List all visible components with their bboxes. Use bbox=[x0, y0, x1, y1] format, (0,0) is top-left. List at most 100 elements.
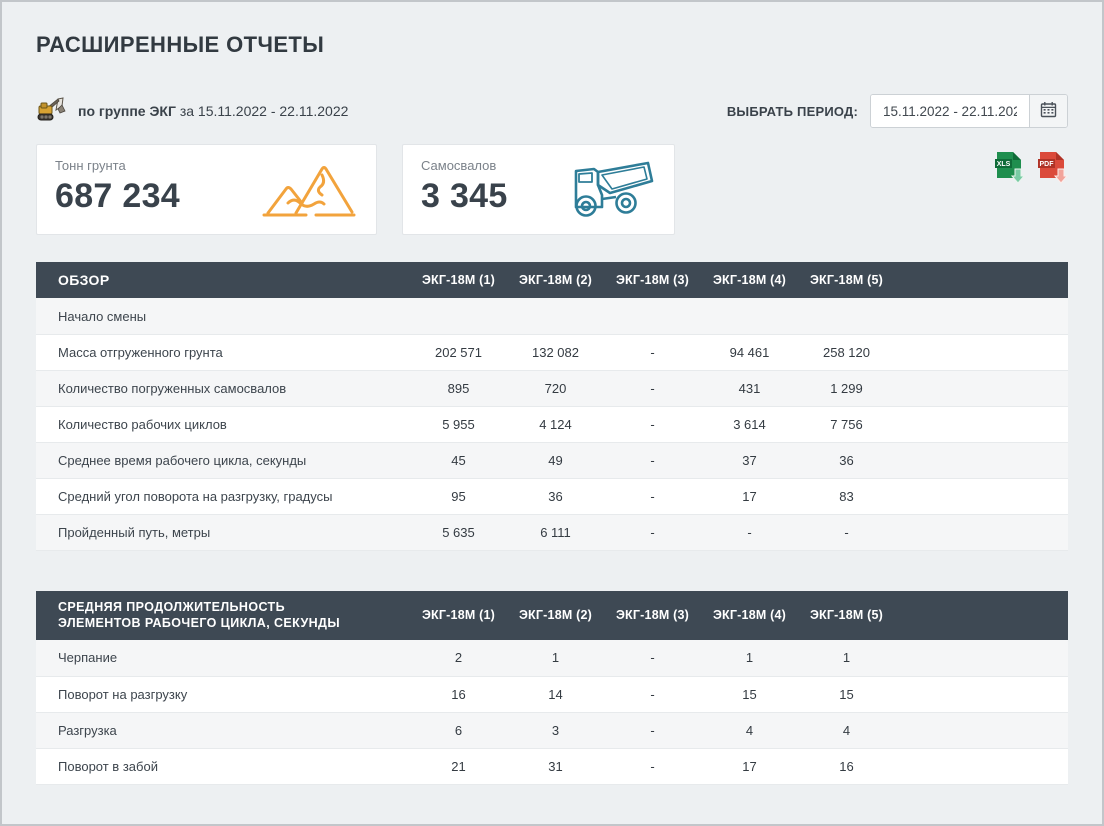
svg-text:XLS: XLS bbox=[997, 161, 1011, 168]
row-value: 431 bbox=[701, 381, 798, 396]
row-label: Черпание bbox=[36, 650, 410, 665]
row-value: - bbox=[604, 417, 701, 432]
table-row: Пройденный путь, метры5 6356 111--- bbox=[36, 514, 1068, 550]
row-value: 94 461 bbox=[701, 345, 798, 360]
row-value: 14 bbox=[507, 687, 604, 702]
row-value: 7 756 bbox=[798, 417, 895, 432]
table-title: СРЕДНЯЯ ПРОДОЛЖИТЕЛЬНОСТЬ ЭЛЕМЕНТОВ РАБО… bbox=[36, 591, 410, 640]
row-value: 4 124 bbox=[507, 417, 604, 432]
row-label: Поворот на разгрузку bbox=[36, 687, 410, 702]
report-scope: по группе ЭКГ за 15.11.2022 - 22.11.2022 bbox=[36, 97, 348, 126]
row-value: - bbox=[604, 687, 701, 702]
row-value: - bbox=[604, 489, 701, 504]
row-label: Начало смены bbox=[36, 309, 410, 324]
table-title: ОБЗОР bbox=[36, 263, 410, 297]
row-value: 37 bbox=[701, 453, 798, 468]
row-value: 6 bbox=[410, 723, 507, 738]
calendar-button[interactable] bbox=[1029, 95, 1067, 127]
stat-card-tons: Тонн грунта 687 234 bbox=[36, 144, 377, 235]
column-header: ЭКГ-18М (4) bbox=[701, 273, 798, 287]
table-row: Количество погруженных самосвалов895720-… bbox=[36, 370, 1068, 406]
row-value: - bbox=[604, 723, 701, 738]
column-header: ЭКГ-18М (1) bbox=[410, 608, 507, 622]
row-value: 1 bbox=[798, 650, 895, 665]
column-header: ЭКГ-18М (5) bbox=[798, 273, 895, 287]
row-value: - bbox=[604, 759, 701, 774]
row-value: - bbox=[604, 650, 701, 665]
table-row: Поворот на разгрузку1614-1515 bbox=[36, 676, 1068, 712]
row-label: Разгрузка bbox=[36, 723, 410, 738]
page-title: РАСШИРЕННЫЕ ОТЧЕТЫ bbox=[36, 32, 1068, 58]
table-row: Черпание21-11 bbox=[36, 640, 1068, 676]
row-value: 132 082 bbox=[507, 345, 604, 360]
cycle-duration-table: СРЕДНЯЯ ПРОДОЛЖИТЕЛЬНОСТЬ ЭЛЕМЕНТОВ РАБО… bbox=[36, 591, 1068, 785]
period-picker: ВЫБРАТЬ ПЕРИОД: bbox=[727, 94, 1068, 128]
period-suffix: за 15.11.2022 - 22.11.2022 bbox=[180, 103, 349, 119]
table-row: Количество рабочих циклов5 9554 124-3 61… bbox=[36, 406, 1068, 442]
row-label: Количество погруженных самосвалов bbox=[36, 381, 410, 396]
stat-value: 3 345 bbox=[421, 177, 508, 216]
table-header: СРЕДНЯЯ ПРОДОЛЖИТЕЛЬНОСТЬ ЭЛЕМЕНТОВ РАБО… bbox=[36, 591, 1068, 640]
table-row: Разгрузка63-44 bbox=[36, 712, 1068, 748]
column-header: ЭКГ-18М (2) bbox=[507, 273, 604, 287]
row-value: - bbox=[604, 453, 701, 468]
row-value: 895 bbox=[410, 381, 507, 396]
row-value: - bbox=[604, 525, 701, 540]
row-label: Масса отгруженного грунта bbox=[36, 345, 410, 360]
row-value: 49 bbox=[507, 453, 604, 468]
table-row: Начало смены bbox=[36, 298, 1068, 334]
row-value: 3 bbox=[507, 723, 604, 738]
column-header: ЭКГ-18М (3) bbox=[604, 273, 701, 287]
pdf-download-icon[interactable]: PDF bbox=[1038, 151, 1068, 190]
table-row: Масса отгруженного грунта202 571132 082-… bbox=[36, 334, 1068, 370]
table-body: Черпание21-11Поворот на разгрузку1614-15… bbox=[36, 640, 1068, 785]
row-value: 17 bbox=[701, 759, 798, 774]
row-value: 720 bbox=[507, 381, 604, 396]
row-label: Количество рабочих циклов bbox=[36, 417, 410, 432]
date-range-group bbox=[870, 94, 1068, 128]
excavator-icon bbox=[36, 97, 68, 126]
row-value: 1 299 bbox=[798, 381, 895, 396]
row-value: 17 bbox=[701, 489, 798, 504]
row-label: Средний угол поворота на разгрузку, град… bbox=[36, 489, 410, 504]
xls-download-icon[interactable]: XLS bbox=[995, 151, 1025, 190]
table-header: ОБЗОР ЭКГ-18М (1)ЭКГ-18М (2)ЭКГ-18М (3)Э… bbox=[36, 262, 1068, 298]
row-value: 5 955 bbox=[410, 417, 507, 432]
dump-truck-icon bbox=[564, 155, 656, 224]
stat-label: Тонн грунта bbox=[55, 158, 180, 173]
row-value: - bbox=[604, 381, 701, 396]
overview-table: ОБЗОР ЭКГ-18М (1)ЭКГ-18М (2)ЭКГ-18М (3)Э… bbox=[36, 262, 1068, 551]
row-value: 4 bbox=[798, 723, 895, 738]
row-value: 95 bbox=[410, 489, 507, 504]
table-row: Среднее время рабочего цикла, секунды454… bbox=[36, 442, 1068, 478]
column-header: ЭКГ-18М (1) bbox=[410, 273, 507, 287]
row-value: 45 bbox=[410, 453, 507, 468]
row-value: 4 bbox=[701, 723, 798, 738]
mountain-icon bbox=[260, 157, 358, 224]
row-value: 258 120 bbox=[798, 345, 895, 360]
export-buttons: XLS PDF bbox=[995, 144, 1068, 190]
row-label: Пройденный путь, метры bbox=[36, 525, 410, 540]
row-value: 1 bbox=[507, 650, 604, 665]
row-value: - bbox=[604, 345, 701, 360]
row-value: - bbox=[701, 525, 798, 540]
row-value: 202 571 bbox=[410, 345, 507, 360]
row-value: 36 bbox=[507, 489, 604, 504]
date-range-input[interactable] bbox=[871, 95, 1029, 127]
select-period-label: ВЫБРАТЬ ПЕРИОД: bbox=[727, 104, 858, 119]
row-value: 6 111 bbox=[507, 525, 604, 540]
row-value: 2 bbox=[410, 650, 507, 665]
table-row: Поворот в забой2131-1716 bbox=[36, 748, 1068, 784]
row-value: - bbox=[798, 525, 895, 540]
column-header: ЭКГ-18М (2) bbox=[507, 608, 604, 622]
column-header: ЭКГ-18М (3) bbox=[604, 608, 701, 622]
stat-label: Самосвалов bbox=[421, 158, 508, 173]
row-label: Поворот в забой bbox=[36, 759, 410, 774]
row-value: 15 bbox=[701, 687, 798, 702]
row-value: 3 614 bbox=[701, 417, 798, 432]
group-label: по группе ЭКГ bbox=[78, 103, 176, 119]
stat-value: 687 234 bbox=[55, 177, 180, 216]
column-header: ЭКГ-18М (5) bbox=[798, 608, 895, 622]
row-value: 16 bbox=[798, 759, 895, 774]
table-body: Начало смены Масса отгруженного грунта202… bbox=[36, 298, 1068, 551]
